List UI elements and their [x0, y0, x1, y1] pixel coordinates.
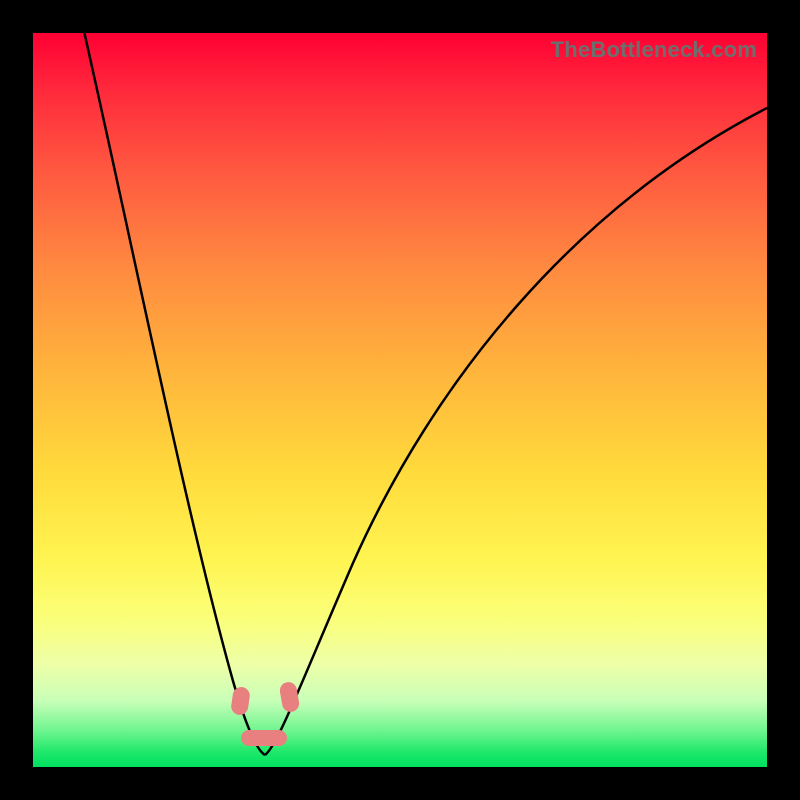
plot-area: TheBottleneck.com: [33, 33, 767, 767]
curve-right-branch: [265, 108, 767, 755]
curve-left-branch: [73, 33, 265, 755]
bottleneck-curve: [33, 33, 767, 767]
chart-frame: TheBottleneck.com: [0, 0, 800, 800]
highlight-marker-bottom: [241, 730, 287, 746]
